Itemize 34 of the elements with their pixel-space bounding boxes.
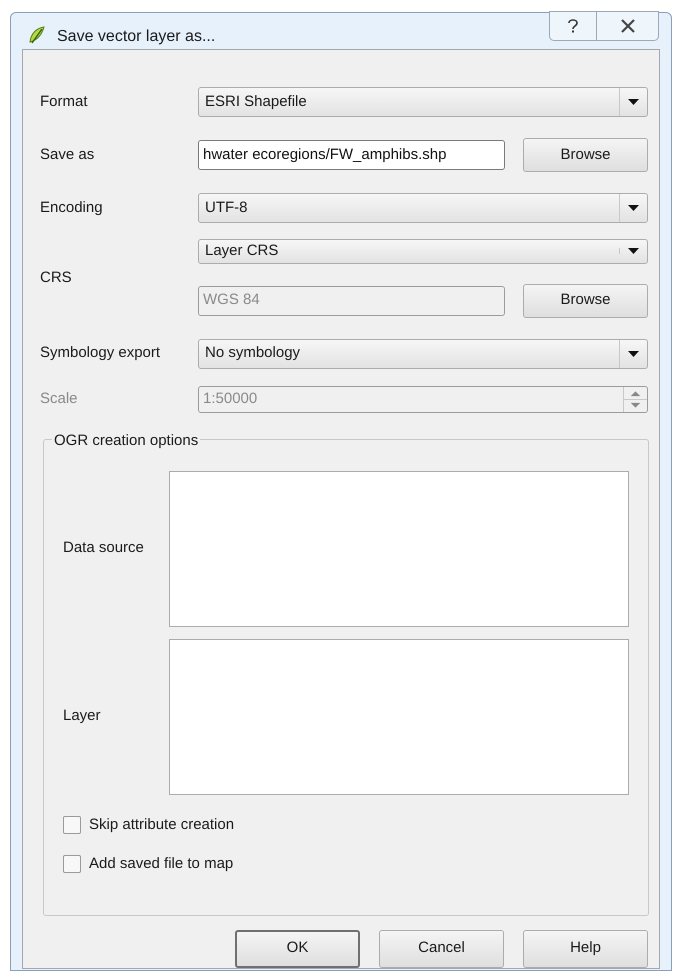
dropdown-arrow-icon — [628, 248, 639, 254]
dropdown-arrow-icon — [628, 350, 639, 356]
field-label: Data source — [63, 538, 145, 558]
browse-button[interactable]: Browse — [523, 284, 648, 318]
leaf-icon — [27, 25, 47, 45]
browse-button[interactable]: Browse — [523, 138, 648, 172]
text-field[interactable]: hwater ecoregions/FW_amphibs.shp — [198, 140, 505, 170]
dialog-button[interactable]: Cancel — [379, 930, 504, 968]
spin-box: 1:50000 — [198, 386, 648, 412]
checkbox[interactable] — [63, 816, 81, 834]
help-icon — [567, 18, 579, 34]
dropdown[interactable]: No symbology — [198, 338, 648, 368]
dropdown[interactable]: ESRI Shapefile — [198, 87, 648, 117]
dropdown-arrow-icon — [628, 99, 639, 105]
dropdown[interactable]: Layer CRS — [198, 239, 648, 264]
dialog-button[interactable]: OK — [235, 930, 360, 968]
checkbox-label: Skip attribute creation — [89, 814, 234, 834]
field-label: Layer — [63, 706, 102, 726]
text-field: WGS 84 — [198, 286, 505, 316]
close-icon — [620, 19, 636, 33]
field-label: Format — [40, 92, 89, 112]
field-label: Symbology export — [40, 343, 162, 364]
dialog-button[interactable]: Help — [523, 930, 648, 968]
help-button[interactable] — [549, 11, 597, 41]
field-label: Save as — [40, 144, 96, 165]
field-label: Scale — [40, 388, 79, 409]
checkbox-label: Add saved file to map — [89, 854, 234, 874]
field-label: CRS — [40, 268, 73, 288]
checkbox[interactable] — [63, 855, 81, 874]
close-button[interactable] — [597, 11, 659, 41]
field-label: Encoding — [40, 198, 104, 218]
dropdown[interactable]: UTF-8 — [198, 193, 648, 223]
dropdown-arrow-icon — [628, 205, 639, 211]
window-title: Save vector layer as... — [57, 27, 216, 47]
